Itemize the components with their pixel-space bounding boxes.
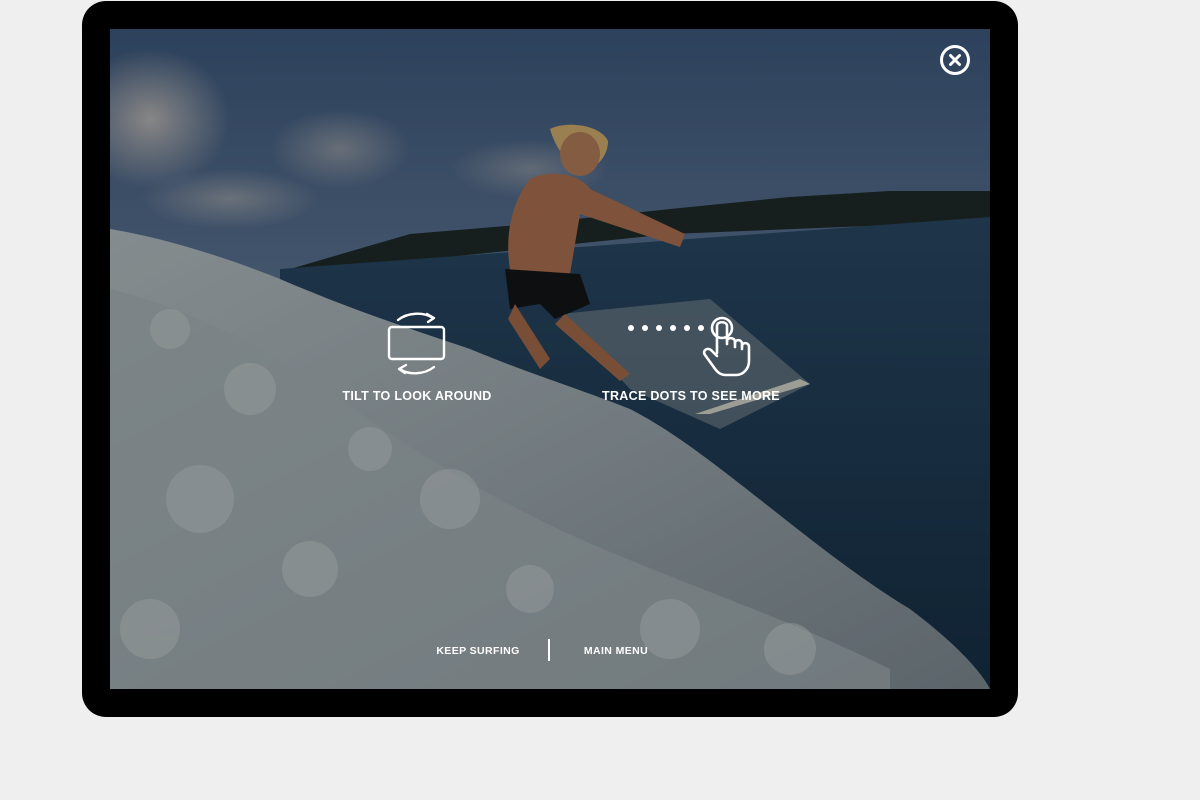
close-icon bbox=[949, 54, 961, 66]
video-viewport[interactable]: TILT TO LOOK AROUND TRACE DOTS TO SEE MO… bbox=[110, 29, 990, 689]
main-menu-button[interactable]: MAIN MENU bbox=[576, 645, 656, 657]
keep-surfing-button[interactable]: KEEP SURFING bbox=[428, 645, 528, 657]
tablet-frame: TILT TO LOOK AROUND TRACE DOTS TO SEE MO… bbox=[82, 1, 1018, 717]
trace-hint-label: TRACE DOTS TO SEE MORE bbox=[602, 389, 780, 403]
tilt-device-icon bbox=[387, 312, 446, 375]
tilt-hint-label: TILT TO LOOK AROUND bbox=[342, 389, 492, 403]
footer-divider bbox=[548, 639, 550, 661]
trace-dots-hand-icon bbox=[628, 316, 751, 377]
close-button[interactable] bbox=[939, 44, 971, 76]
surfing-scene-image bbox=[110, 29, 990, 689]
pointing-hand-icon bbox=[702, 316, 751, 377]
trace-dots bbox=[628, 325, 704, 331]
